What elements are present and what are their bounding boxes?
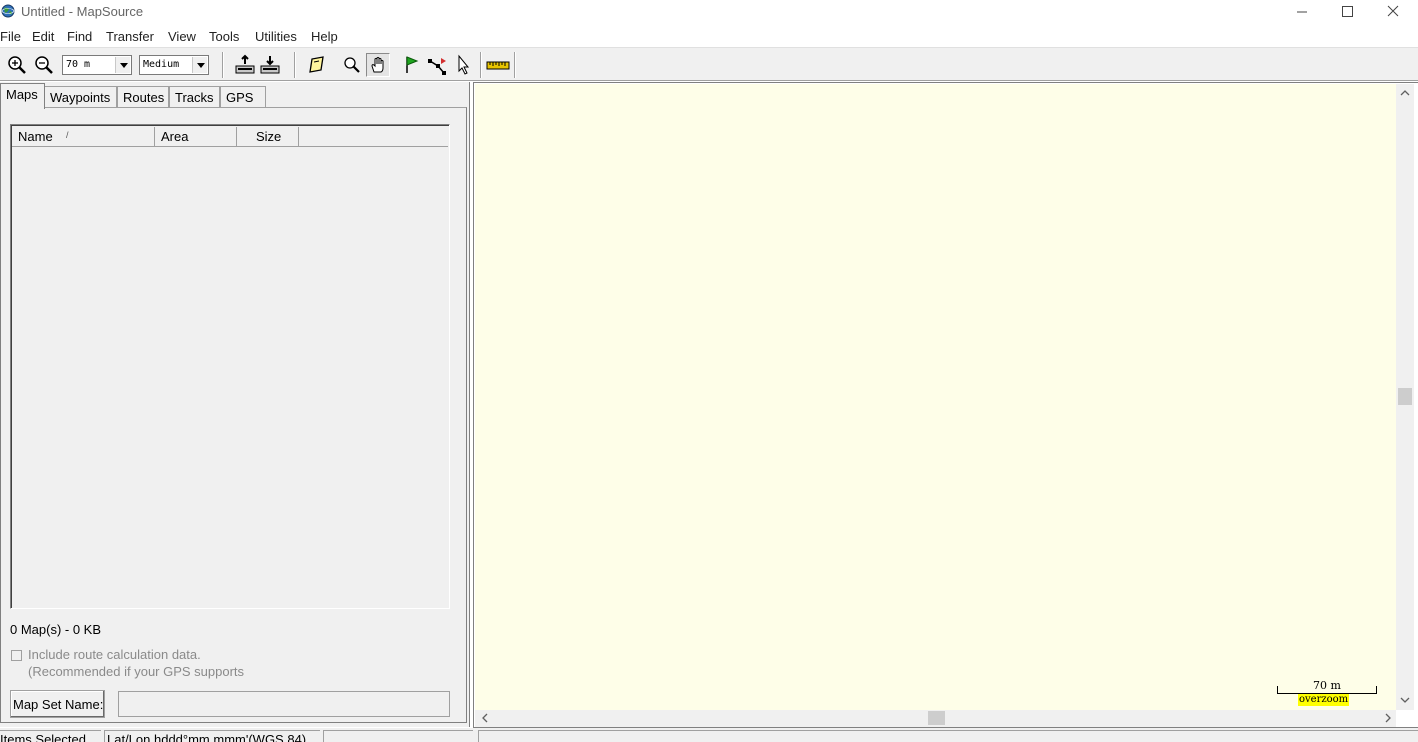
map-count-summary: 0 Map(s) - 0 KB: [10, 622, 102, 637]
globe-icon: [1, 4, 15, 18]
route-tool-button[interactable]: [426, 53, 450, 77]
map-set-name-button[interactable]: Map Set Name:: [10, 690, 105, 718]
menu-utilities[interactable]: Utilities: [255, 29, 297, 44]
close-button[interactable]: [1370, 0, 1416, 24]
vertical-scroll-thumb[interactable]: [1398, 388, 1412, 405]
menu-transfer[interactable]: Transfer: [106, 29, 154, 44]
measure-ruler-icon: [486, 61, 510, 70]
detail-level-select[interactable]: Medium: [139, 55, 209, 75]
tab-maps[interactable]: Maps: [0, 83, 45, 109]
status-pane-3: [323, 730, 473, 742]
waypoint-flag-icon: [406, 56, 419, 73]
column-label: Area: [161, 129, 189, 144]
status-coordinate-text: Lat/Lon hddd°mm.mmm'(WGS 84): [107, 732, 307, 742]
select-tool-button[interactable]: [452, 53, 476, 77]
column-header-size[interactable]: Size: [237, 127, 299, 147]
map-canvas[interactable]: [475, 84, 1396, 710]
status-pane-4: [478, 730, 1418, 742]
chevron-down-icon: [192, 57, 207, 73]
zoom-out-icon: [35, 56, 53, 74]
zoom-in-icon: [8, 56, 26, 74]
column-header-area[interactable]: Area: [155, 127, 237, 147]
route-data-label: Include route calculation data.: [28, 647, 201, 662]
zoom-tool-button[interactable]: [340, 53, 364, 77]
map-tool-icon: [309, 56, 324, 73]
tab-gps[interactable]: GPS: [220, 86, 266, 108]
scale-bar: [1277, 686, 1377, 694]
title-bar: Untitled - MapSource: [0, 0, 1418, 24]
horizontal-scroll-thumb[interactable]: [928, 711, 945, 725]
selection-arrow-icon: [458, 54, 470, 75]
column-header-name[interactable]: Name /: [12, 127, 155, 147]
zoom-scale-select[interactable]: 70 m: [62, 55, 132, 75]
status-bar: Items Selected Lat/Lon hddd°mm.mmm'(WGS …: [0, 728, 1418, 742]
route-data-checkbox[interactable]: [11, 650, 22, 661]
send-to-device-button[interactable]: [258, 53, 282, 77]
scroll-left-icon[interactable]: [478, 711, 492, 725]
tab-label: Waypoints: [50, 90, 111, 105]
column-label: Size: [256, 129, 282, 144]
measure-tool-button[interactable]: [486, 53, 510, 77]
waypoint-tool-button[interactable]: [400, 53, 424, 77]
zoom-in-button[interactable]: [5, 53, 29, 77]
status-selection-text: Items Selected: [0, 732, 86, 742]
menu-view[interactable]: View: [168, 29, 196, 44]
status-coordinate-format: Lat/Lon hddd°mm.mmm'(WGS 84): [104, 730, 320, 742]
column-label: Name: [18, 129, 53, 144]
toolbar-separator: [480, 52, 482, 78]
maps-list[interactable]: Name / Area Size: [10, 124, 450, 609]
status-selection: Items Selected: [0, 730, 101, 742]
tab-strip: Maps Waypoints Routes Tracks GPS: [0, 83, 470, 109]
toolbar-separator: [222, 52, 224, 78]
tab-label: Routes: [123, 90, 165, 105]
menu-file[interactable]: File: [0, 29, 21, 44]
menu-edit[interactable]: Edit: [32, 29, 54, 44]
tab-tracks[interactable]: Tracks: [169, 86, 220, 108]
zoom-tool-icon: [344, 57, 360, 73]
chevron-down-icon: [115, 57, 130, 73]
menu-tools[interactable]: Tools: [209, 29, 239, 44]
header-divider: [12, 146, 448, 147]
scroll-down-icon[interactable]: [1398, 693, 1412, 707]
receive-from-device-button[interactable]: [233, 53, 257, 77]
menu-find[interactable]: Find: [67, 29, 92, 44]
toolbar: 70 m Medium: [0, 47, 1418, 81]
toolbar-separator: [514, 52, 516, 78]
scroll-up-icon[interactable]: [1398, 86, 1412, 100]
toolbar-separator: [294, 52, 296, 78]
map-tool-button[interactable]: [305, 53, 329, 77]
menu-bar: File Edit Find Transfer View Tools Utili…: [0, 26, 1418, 46]
tab-waypoints[interactable]: Waypoints: [44, 86, 117, 108]
overzoom-label: overzoom: [1298, 694, 1350, 706]
tab-label: GPS: [226, 90, 254, 105]
left-panel: Maps Waypoints Routes Tracks GPS Name / …: [0, 82, 470, 727]
tab-label: Tracks: [175, 90, 214, 105]
send-to-device-icon: [260, 56, 280, 74]
detail-level-value: Medium: [143, 59, 180, 70]
window-title: Untitled - MapSource: [21, 4, 144, 19]
minimize-button[interactable]: [1279, 0, 1325, 24]
map-set-name-input[interactable]: [118, 691, 450, 717]
menu-help[interactable]: Help: [311, 29, 338, 44]
tab-routes[interactable]: Routes: [117, 86, 169, 108]
sort-indicator-icon: /: [66, 130, 69, 140]
close-icon: [1387, 5, 1399, 17]
receive-from-device-icon: [235, 54, 255, 74]
zoom-scale-value: 70 m: [66, 59, 91, 70]
route-data-note: (Recommended if your GPS supports: [28, 664, 245, 679]
hand-tool-button[interactable]: [366, 53, 390, 77]
minimize-icon: [1297, 11, 1307, 13]
maximize-icon: [1342, 6, 1353, 17]
maximize-button[interactable]: [1324, 0, 1370, 24]
zoom-out-button[interactable]: [32, 53, 56, 77]
scroll-right-icon[interactable]: [1381, 711, 1395, 725]
hand-tool-icon: [371, 57, 384, 73]
route-tool-icon: [428, 58, 446, 75]
tab-label: Maps: [6, 87, 38, 102]
